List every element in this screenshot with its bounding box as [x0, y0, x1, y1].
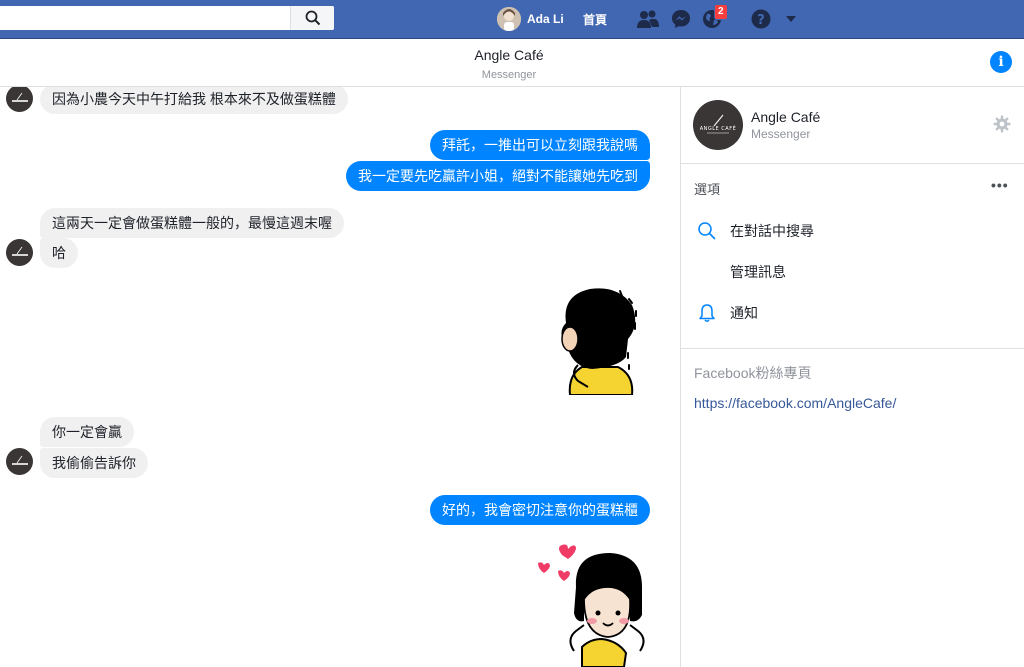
contact-avatar	[6, 448, 33, 475]
page-subtitle: Messenger	[751, 127, 811, 141]
conversation-header: Angle Café Messenger i	[0, 39, 1024, 87]
conversation-title[interactable]: Angle Café	[0, 47, 1018, 63]
friends-icon	[637, 10, 659, 28]
search-input[interactable]	[4, 8, 284, 28]
page-name[interactable]: Angle Café	[751, 109, 820, 125]
search-in-conversation-option[interactable]: 在對話中搜尋	[730, 221, 814, 241]
message-bubble[interactable]: 這兩天一定會做蛋糕體一般的，最慢這週末喔	[40, 208, 344, 238]
svg-text:?: ?	[757, 13, 765, 28]
search-button[interactable]	[290, 6, 334, 30]
divider	[681, 163, 1024, 164]
help-icon: ?	[751, 9, 771, 29]
svg-text:ANGLE CAFÉ: ANGLE CAFÉ	[700, 124, 737, 132]
info-button[interactable]: i	[990, 51, 1012, 73]
profile-link[interactable]: Ada Li	[497, 6, 564, 32]
facebook-page-label: Facebook粉絲專頁	[694, 365, 812, 381]
divider	[681, 348, 1024, 349]
messenger-button[interactable]	[669, 7, 693, 31]
message-bubble[interactable]: 因為小農今天中午打給我 根本來不及做蛋糕體	[40, 87, 348, 114]
message-bubble[interactable]: 拜託，一推出可以立刻跟我說嗎	[430, 130, 650, 160]
conversation-details-panel: ANGLE CAFÉ Angle Café Messenger 選項 ••• 在…	[681, 87, 1024, 667]
info-icon: i	[998, 54, 1004, 70]
search-icon	[698, 222, 716, 240]
help-button[interactable]: ?	[749, 7, 773, 31]
notification-badge: 2	[714, 4, 728, 20]
messenger-icon	[672, 10, 690, 28]
contact-avatar	[6, 87, 33, 112]
facebook-page-link[interactable]: https://facebook.com/AngleCafe/	[694, 395, 896, 411]
sticker-girl-hearts[interactable]	[538, 543, 650, 667]
page-avatar[interactable]: ANGLE CAFÉ	[693, 100, 743, 150]
conversation-subtitle: Messenger	[481, 69, 537, 81]
message-bubble[interactable]: 好的，我會密切注意你的蛋糕櫃	[430, 495, 650, 525]
message-bubble[interactable]: 你一定會贏	[40, 417, 134, 447]
friend-requests-button[interactable]	[636, 7, 660, 31]
manage-messages-option[interactable]: 管理訊息	[730, 262, 786, 282]
gear-icon[interactable]	[993, 115, 1011, 133]
search-box[interactable]	[0, 6, 334, 30]
caret-down-icon	[786, 16, 796, 22]
message-list[interactable]: 因為小農今天中午打給我 根本來不及做蛋糕體 拜託，一推出可以立刻跟我說嗎 我一定…	[0, 87, 680, 667]
account-menu-button[interactable]	[779, 7, 803, 31]
notifications-option[interactable]: 通知	[730, 303, 758, 323]
options-heading: 選項	[694, 182, 721, 197]
top-navigation-bar: Ada Li 首頁 2 ?	[0, 0, 1024, 39]
bell-icon	[699, 304, 715, 322]
message-bubble[interactable]: 我一定要先吃贏許小姐，絕對不能讓她先吃到	[346, 161, 650, 191]
home-link[interactable]: 首頁	[583, 11, 607, 28]
avatar	[497, 7, 521, 31]
message-bubble[interactable]: 哈	[40, 238, 78, 268]
search-icon	[305, 10, 320, 26]
user-name: Ada Li	[527, 12, 564, 26]
sticker-girl-sad[interactable]	[548, 287, 643, 395]
more-options-button[interactable]: •••	[991, 177, 1009, 193]
message-bubble[interactable]: 我偷偷告訴你	[40, 448, 148, 478]
contact-avatar	[6, 239, 33, 266]
